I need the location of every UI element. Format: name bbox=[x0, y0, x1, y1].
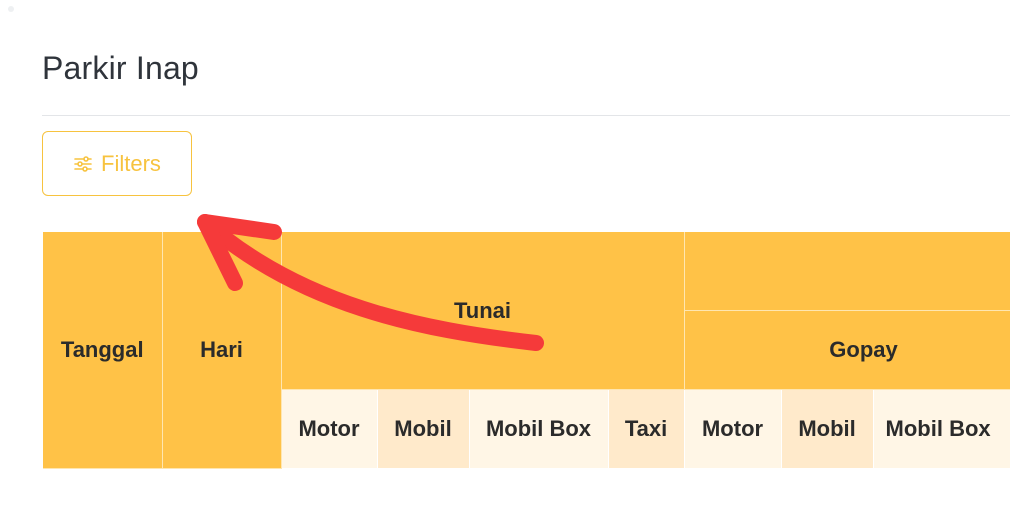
subheader-gopay-mobil[interactable]: Mobil bbox=[781, 389, 874, 468]
group-header-tunai: Tunai bbox=[281, 232, 685, 390]
page: Parkir Inap Filters Tanggal Hari Tunai G… bbox=[0, 0, 1024, 514]
filters-button[interactable]: Filters bbox=[42, 131, 192, 196]
subheader-gopay-motor[interactable]: Motor bbox=[684, 389, 782, 468]
report-table-container[interactable]: Tanggal Hari Tunai Gopay Motor Mobil Mob… bbox=[43, 232, 1010, 470]
subheader-tunai-motor[interactable]: Motor bbox=[281, 389, 378, 468]
group-header-blank bbox=[684, 232, 1010, 311]
column-header-tanggal[interactable]: Tanggal bbox=[43, 232, 163, 469]
subheader-gopay-mobil-box[interactable]: Mobil Box bbox=[873, 389, 1010, 468]
header-row-top: Tanggal Hari Tunai bbox=[43, 232, 1010, 469]
subheader-tunai-mobil[interactable]: Mobil bbox=[377, 389, 470, 468]
corner-dot bbox=[8, 6, 14, 12]
column-header-hari[interactable]: Hari bbox=[162, 232, 282, 469]
subheader-tunai-taxi[interactable]: Taxi bbox=[608, 389, 685, 468]
subheader-tunai-mobil-box[interactable]: Mobil Box bbox=[469, 389, 609, 468]
report-table: Tanggal Hari Tunai Gopay Motor Mobil Mob… bbox=[43, 232, 1010, 469]
title-divider bbox=[42, 115, 1010, 116]
sliders-icon bbox=[73, 154, 93, 174]
filters-button-label: Filters bbox=[101, 150, 161, 176]
group-header-gopay: Gopay bbox=[684, 310, 1010, 390]
page-title: Parkir Inap bbox=[42, 50, 199, 86]
